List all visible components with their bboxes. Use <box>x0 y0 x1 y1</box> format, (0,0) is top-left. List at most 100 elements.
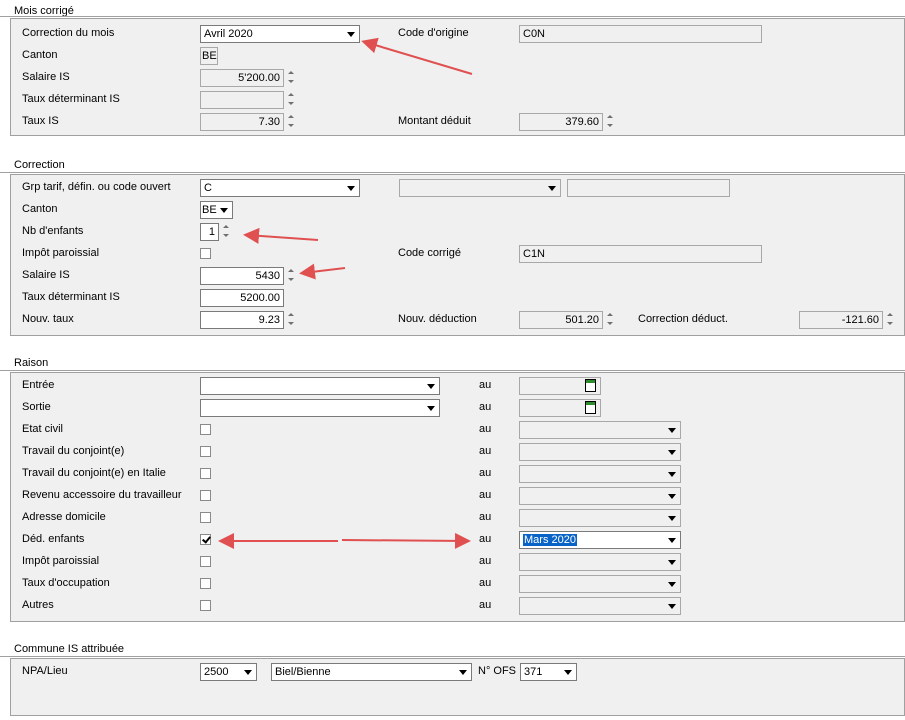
entree-date-field[interactable] <box>519 377 601 395</box>
chevron-down-icon[interactable] <box>424 379 438 393</box>
au-label: au <box>479 511 492 523</box>
correction-du-mois-label: Correction du mois <box>22 27 115 39</box>
chevron-down-icon[interactable] <box>665 577 679 591</box>
calendar-icon[interactable] <box>585 379 596 392</box>
chevron-down-icon[interactable] <box>545 181 559 195</box>
spin-down-icon[interactable] <box>286 100 296 108</box>
raison-adresse-domicile-checkbox[interactable] <box>200 512 211 523</box>
spin-up-icon[interactable] <box>286 91 296 99</box>
npa-select[interactable]: 2500 <box>200 663 257 681</box>
raison-travail-du-conjoint-e-checkbox[interactable] <box>200 446 211 457</box>
raison-etat-civil-checkbox[interactable] <box>200 424 211 435</box>
chevron-down-icon[interactable] <box>665 467 679 481</box>
raison-revenu-accessoire-du-travailleur-checkbox[interactable] <box>200 490 211 501</box>
sortie-date-field[interactable] <box>519 399 601 417</box>
raison-travail-du-conjoint-e-month-select[interactable] <box>519 443 681 461</box>
spin-down-icon[interactable] <box>286 78 296 86</box>
salaire-is-field[interactable]: 5430 <box>200 267 284 285</box>
spin-up-icon[interactable] <box>605 113 615 121</box>
spin-down-icon[interactable] <box>885 320 895 328</box>
taux-determinant-spinner[interactable] <box>285 91 297 109</box>
taux-is-spinner[interactable] <box>285 113 297 131</box>
chevron-down-icon[interactable] <box>217 203 231 217</box>
raison-taux-d-occupation-label: Taux d'occupation <box>22 577 110 589</box>
au-label: au <box>479 577 492 589</box>
nb-enfants-field[interactable]: 1 <box>200 223 219 241</box>
chevron-down-icon[interactable] <box>344 27 358 41</box>
chevron-down-icon[interactable] <box>665 511 679 525</box>
lieu-select[interactable]: Biel/Bienne <box>271 663 472 681</box>
salaire-is-spinner[interactable] <box>285 69 297 87</box>
raison-etat-civil-month-select[interactable] <box>519 421 681 439</box>
montant-deduit-spinner[interactable] <box>604 113 616 131</box>
chevron-down-icon[interactable] <box>561 665 575 679</box>
grp-tarif-select[interactable]: C <box>200 179 360 197</box>
impot-paroissial-checkbox[interactable] <box>200 248 211 259</box>
au-label: au <box>479 423 492 435</box>
calendar-icon[interactable] <box>585 401 596 414</box>
spin-down-icon[interactable] <box>605 122 615 130</box>
chevron-down-icon[interactable] <box>665 555 679 569</box>
raison-travail-du-conjoint-e-en-italie-month-select[interactable] <box>519 465 681 483</box>
spin-down-icon[interactable] <box>286 320 296 328</box>
spin-up-icon[interactable] <box>286 267 296 275</box>
raison-taux-d-occupation-checkbox[interactable] <box>200 578 211 589</box>
raison-ded-enfants-checkbox[interactable] <box>200 534 211 545</box>
chevron-down-icon[interactable] <box>424 401 438 415</box>
raison-autres-checkbox[interactable] <box>200 600 211 611</box>
nouv-taux-spinner[interactable] <box>285 311 297 329</box>
spin-up-icon[interactable] <box>885 311 895 319</box>
raison-autres-month-select[interactable] <box>519 597 681 615</box>
section-mois-corrige: Mois corrigé Correction du mois Avril 20… <box>0 0 905 140</box>
canton-field: BE <box>200 47 218 65</box>
chevron-down-icon[interactable] <box>665 533 679 547</box>
raison-impot-paroissial-checkbox[interactable] <box>200 556 211 567</box>
grp-tarif-text-field[interactable] <box>567 179 730 197</box>
canton-value: BE <box>202 204 217 216</box>
au-label: au <box>479 445 492 457</box>
spin-up-icon[interactable] <box>286 69 296 77</box>
spin-down-icon[interactable] <box>221 232 231 240</box>
correction-du-mois-select[interactable]: Avril 2020 <box>200 25 360 43</box>
ofs-select[interactable]: 371 <box>520 663 577 681</box>
divider <box>0 370 905 371</box>
taux-determinant-field[interactable]: 5200.00 <box>200 289 284 307</box>
grp-tarif-extra-select[interactable] <box>399 179 561 197</box>
au-label: au <box>479 533 492 545</box>
raison-impot-paroissial-month-select[interactable] <box>519 553 681 571</box>
raison-travail-du-conjoint-e-en-italie-checkbox[interactable] <box>200 468 211 479</box>
chevron-down-icon[interactable] <box>665 445 679 459</box>
nouv-taux-field[interactable]: 9.23 <box>200 311 284 329</box>
au-label: au <box>479 555 492 567</box>
chevron-down-icon[interactable] <box>665 489 679 503</box>
montant-deduit-field: 379.60 <box>519 113 603 131</box>
chevron-down-icon[interactable] <box>344 181 358 195</box>
correction-deduct-spinner[interactable] <box>884 311 896 329</box>
canton-select[interactable]: BE <box>200 201 233 219</box>
spin-down-icon[interactable] <box>286 276 296 284</box>
sortie-select[interactable] <box>200 399 440 417</box>
spin-up-icon[interactable] <box>286 113 296 121</box>
spin-down-icon[interactable] <box>605 320 615 328</box>
entree-select[interactable] <box>200 377 440 395</box>
npa-value: 2500 <box>204 666 229 678</box>
chevron-down-icon[interactable] <box>241 665 255 679</box>
nouv-deduction-spinner[interactable] <box>604 311 616 329</box>
code-corrige-field: C1N <box>519 245 762 263</box>
nb-enfants-spinner[interactable] <box>220 223 232 241</box>
spin-up-icon[interactable] <box>286 311 296 319</box>
raison-revenu-accessoire-du-travailleur-month-select[interactable] <box>519 487 681 505</box>
divider <box>0 172 905 173</box>
spin-up-icon[interactable] <box>221 223 231 231</box>
raison-ded-enfants-month-select[interactable]: Mars 2020 <box>519 531 681 549</box>
salaire-is-spinner[interactable] <box>285 267 297 285</box>
raison-travail-du-conjoint-e-label: Travail du conjoint(e) <box>22 445 125 457</box>
spin-down-icon[interactable] <box>286 122 296 130</box>
section-title: Commune IS attribuée <box>14 643 125 655</box>
chevron-down-icon[interactable] <box>665 423 679 437</box>
chevron-down-icon[interactable] <box>456 665 470 679</box>
raison-adresse-domicile-month-select[interactable] <box>519 509 681 527</box>
spin-up-icon[interactable] <box>605 311 615 319</box>
chevron-down-icon[interactable] <box>665 599 679 613</box>
raison-taux-d-occupation-month-select[interactable] <box>519 575 681 593</box>
